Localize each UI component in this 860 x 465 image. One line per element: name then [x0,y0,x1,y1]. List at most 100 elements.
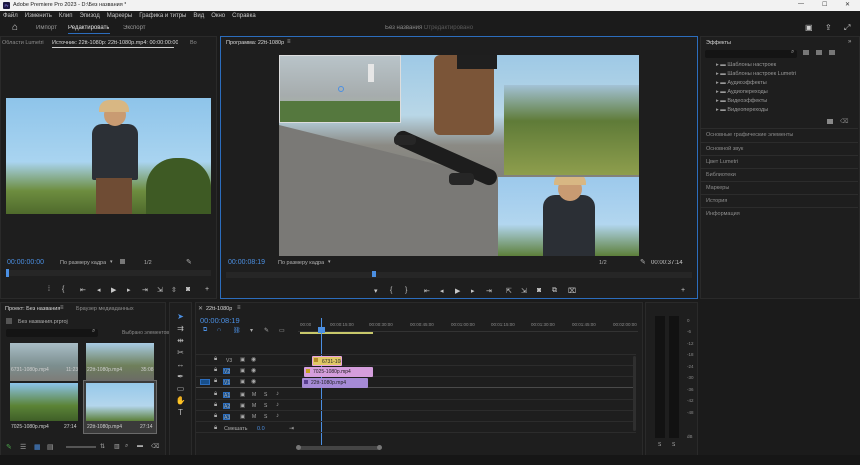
effects-folder-video-transitions[interactable]: ▸ ▬ Видеопереходы [716,107,768,113]
source-marker-icon[interactable]: ⁞ [48,286,50,293]
tab-edit[interactable]: Редактировать [68,25,109,31]
fullscreen-icon[interactable]: ⤢ [844,23,850,33]
program-inpoint-icon[interactable]: { [390,287,392,294]
markers-panel[interactable]: Маркеры [700,181,858,194]
mix-goto-end-icon[interactable]: ⇥ [289,425,294,432]
source-fit-chevron-icon[interactable]: ▾ [110,259,113,265]
libraries-panel[interactable]: Библиотеки [700,168,858,181]
rectangle-tool-icon[interactable]: ▭ [175,384,186,394]
source-step-forward-icon[interactable]: ⇥ [142,286,148,294]
home-icon[interactable]: ⌂ [12,22,18,33]
program-wrench-icon[interactable]: ✎ [640,258,646,266]
program-fit-chevron-icon[interactable]: ▾ [328,259,331,265]
source-scrub-bar[interactable] [6,270,211,276]
program-goto-in-icon[interactable]: ⇤ [424,287,430,295]
track-a2-mic-icon[interactable]: ♪ [276,402,279,408]
source-insert-icon[interactable]: ⇲ [157,286,163,294]
media-browser-tab[interactable]: Браузер медиаданных [76,306,134,312]
timeline-playhead-head[interactable] [318,327,325,333]
lumetri-scopes-tab[interactable]: Области Lumetri [2,40,44,46]
project-thumb-2[interactable] [86,343,154,381]
freeform-view-icon[interactable]: ▤ [47,443,54,451]
program-scale[interactable]: 1/2 [599,260,607,266]
close-button[interactable]: ✕ [845,1,850,8]
maximize-button[interactable]: ☐ [822,1,827,8]
menu-sequence[interactable]: Эпизод [79,13,99,19]
effects-controls-tab[interactable]: Во [190,40,197,46]
new-bin-icon[interactable] [827,119,833,124]
yuv-effects-icon[interactable] [829,50,835,55]
hand-tool-icon[interactable]: ✋ [175,396,186,406]
tab-export[interactable]: Экспорт [123,25,146,31]
menu-file[interactable]: Файл [3,13,18,19]
track-a1-mute-icon[interactable]: M [252,392,256,398]
source-safe-icon[interactable] [120,259,125,264]
project-tab-menu-icon[interactable]: ≡ [60,305,64,311]
timeline-settings-icon[interactable]: ✎ [264,327,269,334]
menu-graphics[interactable]: Графика и титры [139,13,186,19]
program-goto-out-icon[interactable]: ⇥ [486,287,492,295]
menu-help[interactable]: Справка [232,13,256,19]
track-a2-solo-icon[interactable]: S [264,403,267,409]
razor-tool-icon[interactable]: ✂ [175,348,186,358]
track-a3-mute-icon[interactable]: M [252,414,256,420]
program-camera-icon[interactable]: ◙ [537,287,541,294]
ripple-edit-tool-icon[interactable]: ⇹ [175,336,186,346]
effects-folder-video-effects[interactable]: ▸ ▬ Видеоэффекты [716,98,767,104]
program-extract-icon[interactable]: ⇲ [521,287,527,295]
effects-folder-audio-effects[interactable]: ▸ ▬ Аудиоэффекты [716,80,767,86]
program-lift-icon[interactable]: ⇱ [506,287,512,295]
timeline-vertical-scrollbar[interactable] [633,356,636,431]
selection-tool-icon[interactable]: ➤ [175,312,186,322]
effects-folder-lumetri[interactable]: ▸ ▬ Шаблоны настроек Lumetri [716,71,796,77]
essential-graphics-panel[interactable]: Основные графические элементы [700,128,858,141]
work-area-bar[interactable] [300,332,373,334]
menu-view[interactable]: Вид [193,13,204,19]
clip-v1[interactable]: 22tt-1080p.mp4 [302,378,368,388]
menu-markers[interactable]: Маркеры [107,13,132,19]
captions-icon[interactable]: ▭ [279,327,285,334]
track-a1-solo-icon[interactable]: S [264,392,267,398]
track-v1-sync-icon[interactable]: ▣ [240,379,245,385]
program-marker-icon[interactable]: ▾ [374,287,378,295]
add-marker-icon[interactable]: ▾ [250,327,253,334]
source-add-button-icon[interactable]: + [205,286,209,293]
track-a3-sync-icon[interactable]: ▣ [240,414,245,420]
new-item-icon[interactable]: ▬ [137,443,143,449]
source-wrench-icon[interactable]: ✎ [186,258,192,266]
pencil-icon[interactable]: ✎ [6,443,12,451]
program-outpoint-icon[interactable]: } [405,287,407,294]
timeline-close-icon[interactable]: ✕ [198,305,203,312]
program-menu-icon[interactable]: ≡ [287,39,291,45]
project-tab[interactable]: Проект: Без названия [5,306,60,312]
project-trash-icon[interactable]: ⌫ [151,443,159,450]
source-export-frame-icon[interactable]: ◙ [186,286,190,293]
program-add-button-icon[interactable]: + [681,287,685,294]
sort-icon[interactable]: ⇅ [100,443,105,450]
timeline-scroll-handle-right[interactable] [377,445,382,450]
track-v2-lock-icon[interactable]: 🔒︎ [214,367,217,374]
pen-tool-icon[interactable]: ✒ [175,372,186,382]
effects-search-input[interactable] [705,50,797,58]
menu-clip[interactable]: Клип [59,13,73,19]
track-a1-sync-icon[interactable]: ▣ [240,392,245,398]
effects-title[interactable]: Эффекты [706,40,731,46]
program-vr-icon[interactable]: ⌧ [568,287,576,295]
tab-import[interactable]: Импорт [36,25,57,31]
insert-sequence-icon[interactable]: ⧉ [203,327,207,334]
icon-view-icon[interactable]: ▦ [34,443,41,451]
track-a1-mic-icon[interactable]: ♪ [276,391,279,397]
sequence-tab[interactable]: 22tt-1080p [206,306,232,312]
clip-v2[interactable]: 7025-1080p.mp4 [304,367,373,377]
linked-selection-icon[interactable]: ⛓ [233,327,241,334]
timeline-horizontal-scrollbar[interactable] [298,446,380,450]
project-thumb-3[interactable] [10,383,78,421]
source-overwrite-icon[interactable]: ⇳ [171,286,177,294]
source-step-back-icon[interactable]: ⇤ [80,286,86,294]
sequence-menu-icon[interactable]: ≡ [237,305,241,311]
mix-lock-icon[interactable]: 🔒︎ [214,425,217,432]
vu-solo-left[interactable]: S [658,442,661,448]
effects-folder-presets[interactable]: ▸ ▬ Шаблоны настроек [716,62,776,68]
track-v1-lock-icon[interactable]: 🔒︎ [214,378,217,385]
workspaces-icon[interactable]: ▣ [805,23,813,32]
